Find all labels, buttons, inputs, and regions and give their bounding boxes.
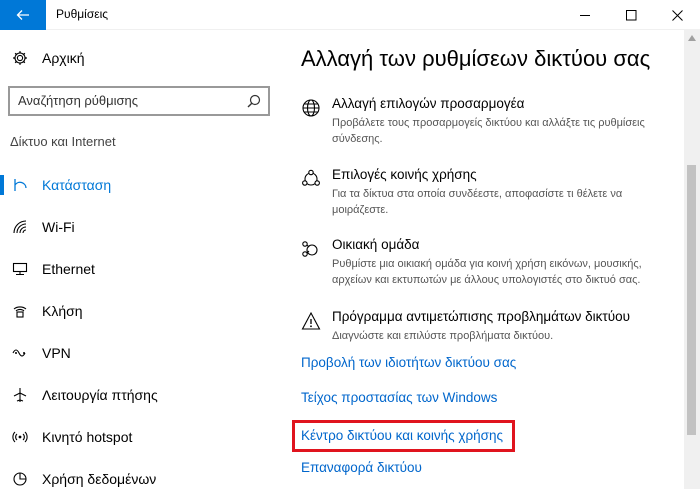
sidebar-item-label: Χρήση δεδομένων	[42, 471, 157, 487]
title-bar: Ρυθμίσεις	[0, 0, 700, 30]
hotspot-icon	[12, 429, 28, 445]
minimize-icon	[579, 14, 590, 16]
option-sharing[interactable]: Επιλογές κοινής χρήσης Για τα δίκτυα στα…	[301, 167, 671, 219]
minimize-button[interactable]	[562, 0, 608, 30]
option-title[interactable]: Οικιακή ομάδα	[332, 237, 419, 252]
link-network-reset[interactable]: Επαναφορά δικτύου	[301, 460, 422, 475]
warning-icon	[301, 311, 321, 331]
sidebar: Αρχική Αναζήτηση ρύθμισης Δίκτυο και Int…	[0, 30, 285, 489]
option-homegroup[interactable]: Οικιακή ομάδα Ρυθμίστε μια οικιακή ομάδα…	[301, 237, 671, 289]
option-title[interactable]: Πρόγραμμα αντιμετώπισης προβλημάτων δικτ…	[332, 309, 630, 324]
dialup-icon	[12, 303, 28, 319]
sidebar-item-airplane[interactable]: Λειτουργία πτήσης	[0, 375, 285, 415]
vpn-icon	[12, 345, 28, 361]
homegroup-icon	[301, 239, 321, 259]
option-troubleshooter[interactable]: Πρόγραμμα αντιμετώπισης προβλημάτων δικτ…	[301, 309, 671, 349]
chevron-up-icon	[688, 35, 696, 41]
sidebar-item-label: VPN	[42, 345, 71, 361]
option-desc: Προβάλετε τους προσαρμογείς δικτύου και …	[332, 117, 645, 145]
search-icon[interactable]	[247, 94, 261, 108]
sidebar-item-vpn[interactable]: VPN	[0, 333, 285, 373]
sidebar-item-hotspot[interactable]: Κινητό hotspot	[0, 417, 285, 457]
highlight-box	[292, 420, 515, 452]
ethernet-icon	[12, 261, 28, 277]
option-adapter[interactable]: Αλλαγή επιλογών προσαρμογέα Προβάλετε το…	[301, 96, 671, 148]
search-box[interactable]: Αναζήτηση ρύθμισης	[8, 86, 270, 116]
gear-icon	[13, 51, 27, 65]
active-indicator	[0, 175, 4, 195]
close-icon	[671, 9, 683, 21]
close-button[interactable]	[654, 0, 700, 30]
search-input[interactable]: Αναζήτηση ρύθμισης	[18, 93, 138, 108]
airplane-icon	[12, 387, 28, 403]
sidebar-item-status[interactable]: Κατάσταση	[0, 165, 285, 205]
sidebar-item-data-usage[interactable]: Χρήση δεδομένων	[0, 459, 285, 489]
scrollbar-thumb[interactable]	[687, 165, 696, 435]
option-desc: Ρυθμίστε μια οικιακή ομάδα για κοινή χρή…	[332, 258, 642, 286]
data-usage-icon	[12, 471, 28, 487]
link-network-properties[interactable]: Προβολή των ιδιοτήτων δικτύου σας	[301, 355, 516, 370]
link-windows-firewall[interactable]: Τείχος προστασίας των Windows	[301, 390, 497, 405]
option-title[interactable]: Αλλαγή επιλογών προσαρμογέα	[332, 96, 524, 111]
wifi-icon	[12, 219, 28, 235]
sharing-icon	[301, 169, 321, 189]
option-desc: Διαγνώστε και επιλύστε προβλήματα δικτύο…	[332, 330, 554, 342]
sidebar-item-label: Ethernet	[42, 261, 95, 277]
sidebar-item-label: Wi-Fi	[42, 219, 75, 235]
home-link[interactable]: Αρχική	[12, 50, 85, 66]
back-button[interactable]	[0, 0, 46, 30]
option-desc: Για τα δίκτυα στα οποία συνδέεστε, αποφα…	[332, 188, 623, 216]
sidebar-item-label: Λειτουργία πτήσης	[42, 387, 158, 403]
sidebar-item-label: Κλήση	[42, 303, 83, 319]
sidebar-item-ethernet[interactable]: Ethernet	[0, 249, 285, 289]
maximize-button[interactable]	[608, 0, 654, 30]
window-title: Ρυθμίσεις	[56, 7, 109, 21]
sidebar-item-dialup[interactable]: Κλήση	[0, 291, 285, 331]
adapter-globe-icon	[301, 98, 321, 118]
maximize-icon	[625, 9, 636, 20]
sidebar-item-label: Κινητό hotspot	[42, 429, 133, 445]
section-title: Δίκτυο και Internet	[10, 134, 116, 149]
back-arrow-icon	[16, 10, 29, 20]
option-title[interactable]: Επιλογές κοινής χρήσης	[332, 167, 477, 182]
home-label: Αρχική	[42, 50, 85, 66]
page-title: Αλλαγή των ρυθμίσεων δικτύου σας	[301, 46, 651, 71]
status-icon	[12, 177, 28, 193]
sidebar-item-label: Κατάσταση	[42, 177, 112, 193]
sidebar-item-wifi[interactable]: Wi-Fi	[0, 207, 285, 247]
scroll-up-button[interactable]	[684, 30, 700, 46]
